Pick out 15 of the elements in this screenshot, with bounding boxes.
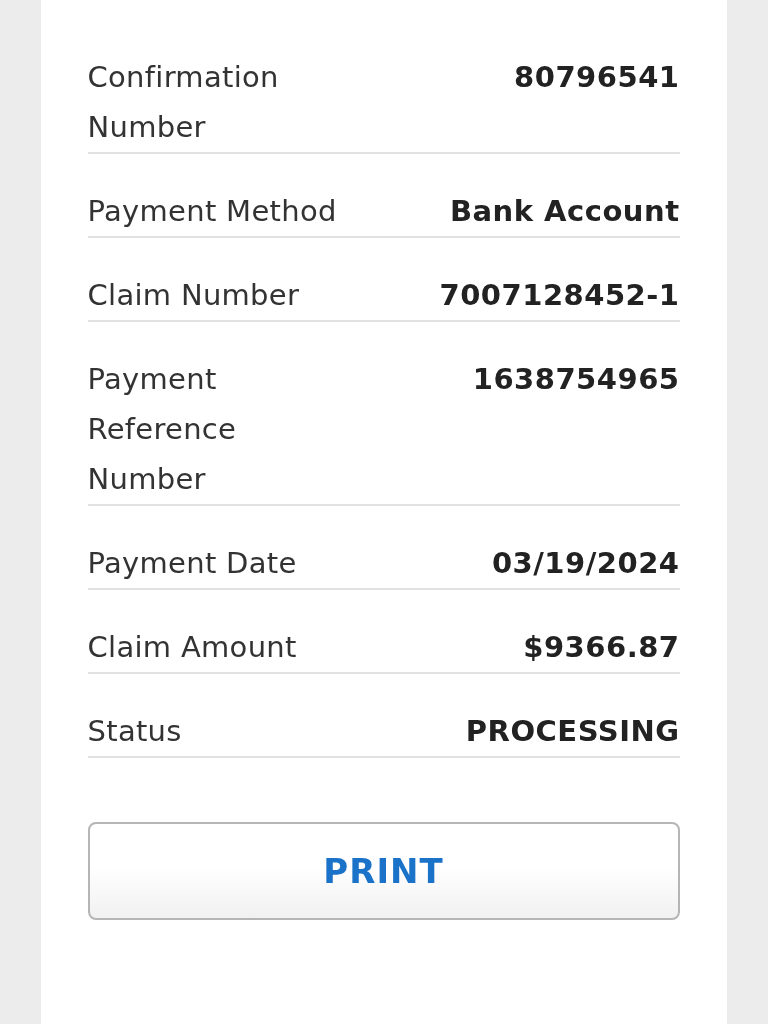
detail-label: Claim Number [87,277,300,314]
detail-value: Bank Account [449,193,680,230]
print-button[interactable]: PRINT [87,822,680,920]
detail-label: Claim Amount [87,629,297,666]
detail-label: Confirmation Number [87,59,280,146]
detail-label: Payment Method [87,193,337,230]
detail-label: Payment Reference Number [87,361,238,498]
detail-value: 1638754965 [472,361,680,398]
detail-value: 80796541 [514,59,680,96]
detail-value: 03/19/2024 [491,545,680,582]
detail-value: 7007128452-1 [439,277,680,314]
detail-label: Payment Date [87,545,297,582]
detail-value: $9366.87 [523,629,680,666]
detail-value: PROCESSING [465,713,680,750]
detail-label: Status [87,713,182,750]
